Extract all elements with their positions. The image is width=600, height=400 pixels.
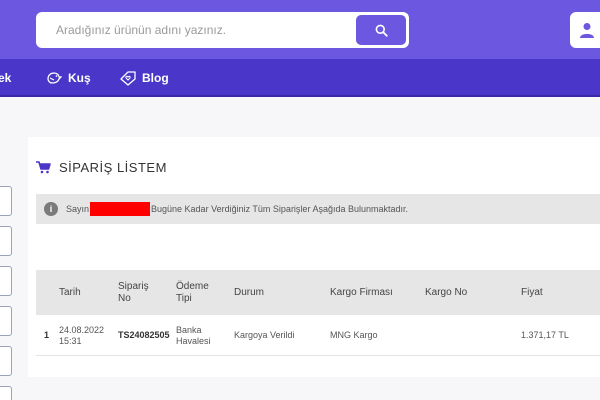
sidebar-item[interactable] [0, 346, 12, 376]
row-index: 1 [44, 330, 50, 340]
column-header-order-no: Sipariş No [118, 280, 149, 304]
top-header [0, 0, 600, 59]
cell-order-no[interactable]: TS24082505 [118, 315, 170, 356]
info-icon: i [44, 202, 58, 216]
nav-item-label: ek [0, 71, 12, 85]
column-header-status: Durum [234, 286, 265, 298]
nav-item-label: Kuş [68, 71, 91, 85]
page-title: SİPARİŞ LİSTEM [36, 160, 167, 175]
sidebar-item[interactable] [0, 186, 12, 216]
column-header-date: Tarih [59, 286, 81, 298]
alert-prefix: Sayın [66, 204, 90, 214]
orders-table-header: Tarih Sipariş No Ödeme Tipi Durum Kargo … [36, 270, 600, 315]
cell-price: 1.371,17 TL [521, 330, 569, 340]
sidebar-item[interactable] [0, 386, 12, 400]
sidebar-item[interactable] [0, 266, 12, 296]
cart-icon [36, 161, 51, 174]
search-input[interactable] [36, 12, 354, 48]
page-title-text: SİPARİŞ LİSTEM [59, 160, 167, 175]
column-header-price: Fiyat [521, 286, 543, 298]
search-button[interactable] [356, 15, 406, 45]
cell-carrier: MNG Kargo [330, 330, 378, 340]
table-row[interactable]: 1 24.08.2022 15:31 TS24082505 Banka Hava… [36, 315, 600, 356]
cell-payment: Banka Havalesi [176, 324, 211, 346]
column-header-tracking: Kargo No [425, 286, 468, 298]
nav-item-label: Blog [142, 71, 169, 85]
redacted-name [90, 202, 151, 216]
user-account-button[interactable] [570, 12, 600, 48]
search-box [36, 12, 409, 48]
column-header-carrier: Kargo Firması [330, 286, 393, 298]
cell-status: Kargoya Verildi [234, 330, 295, 340]
nav-item-blog[interactable]: Blog [120, 59, 169, 97]
alert-message: Bugüne Kadar Verdiğiniz Tüm Siparişler A… [151, 204, 408, 214]
nav-item-partial[interactable]: ek [0, 59, 11, 97]
bird-icon [46, 71, 62, 85]
user-icon [580, 23, 594, 38]
tag-heart-icon [120, 70, 136, 86]
sidebar-item[interactable] [0, 226, 12, 256]
cell-date: 24.08.2022 15:31 [59, 324, 105, 346]
search-icon [375, 24, 388, 37]
main-nav: ek Kuş Blog [0, 59, 600, 97]
nav-item-kus[interactable]: Kuş [46, 59, 91, 97]
info-alert: i Sayın Bugüne Kadar Verdiğiniz Tüm Sipa… [36, 194, 600, 224]
sidebar-item[interactable] [0, 306, 12, 336]
column-header-payment: Ödeme Tipi [176, 280, 209, 304]
